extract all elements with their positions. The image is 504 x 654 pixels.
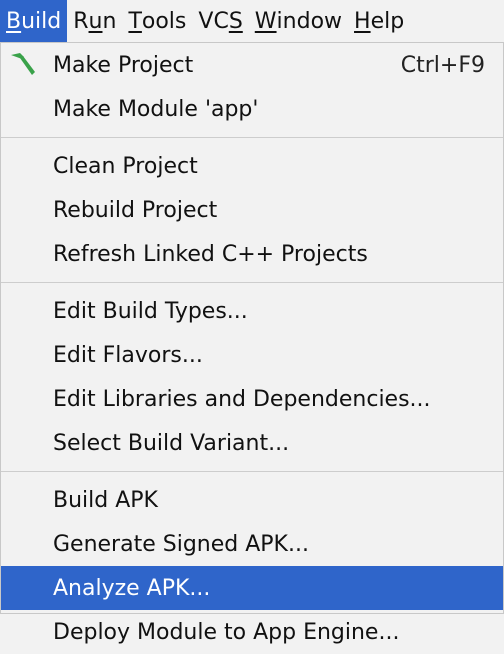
menu-bar: Build Run Tools VC S Window Help	[0, 0, 504, 42]
menu-tools-text-post: ools	[141, 8, 187, 34]
menu-item-label: Build APK	[53, 487, 158, 513]
menu-item-clean-project[interactable]: Clean Project	[1, 144, 503, 188]
menu-vcs-text-pre: VC	[198, 8, 229, 34]
menu-help-text-post: elp	[370, 8, 405, 34]
menu-vcs[interactable]: VC S	[192, 0, 248, 42]
menu-tools[interactable]: Tools	[122, 0, 192, 42]
menu-build[interactable]: Build	[0, 0, 68, 42]
menu-window[interactable]: Window	[249, 0, 348, 42]
menu-vcs-mnemonic: S	[228, 8, 243, 34]
menu-help[interactable]: Help	[348, 0, 410, 42]
menu-item-label: Make Project	[53, 52, 194, 78]
menu-item-label: Edit Flavors...	[53, 342, 203, 368]
menu-item-label: Generate Signed APK...	[53, 531, 309, 557]
menu-item-shortcut: Ctrl+F9	[400, 52, 485, 78]
menu-item-generate-signed-apk[interactable]: Generate Signed APK...	[1, 522, 503, 566]
menu-item-build-apk[interactable]: Build APK	[1, 478, 503, 522]
menu-item-edit-build-types[interactable]: Edit Build Types...	[1, 289, 503, 333]
menu-window-text-post: indow	[276, 8, 343, 34]
menu-run[interactable]: Run	[67, 0, 122, 42]
menu-item-analyze-apk[interactable]: Analyze APK...	[1, 566, 503, 610]
menu-item-label: Clean Project	[53, 153, 198, 179]
menu-item-label: Rebuild Project	[53, 197, 218, 223]
menu-item-label: Select Build Variant...	[53, 430, 290, 456]
menu-item-label: Edit Libraries and Dependencies...	[53, 386, 431, 412]
menu-item-label: Deploy Module to App Engine...	[53, 619, 400, 645]
menu-item-refresh-cpp[interactable]: Refresh Linked C++ Projects	[1, 232, 503, 276]
hammer-icon	[11, 53, 35, 75]
menu-window-mnemonic: W	[254, 8, 277, 34]
menu-run-text-pre: R	[73, 8, 89, 34]
menu-item-label: Edit Build Types...	[53, 298, 248, 324]
menu-item-edit-flavors[interactable]: Edit Flavors...	[1, 333, 503, 377]
menu-item-label: Make Module 'app'	[53, 96, 259, 122]
menu-separator	[1, 276, 503, 289]
menu-item-label: Refresh Linked C++ Projects	[53, 241, 368, 267]
menu-run-mnemonic: u	[88, 8, 103, 34]
menu-item-select-build-variant[interactable]: Select Build Variant...	[1, 421, 503, 465]
menu-separator	[1, 131, 503, 144]
menu-tools-mnemonic: T	[128, 8, 142, 34]
menu-separator	[1, 465, 503, 478]
menu-help-mnemonic: H	[354, 8, 371, 34]
menu-item-label: Analyze APK...	[53, 575, 211, 601]
menu-build-text-post: uild	[21, 8, 62, 34]
menu-build-mnemonic: B	[6, 8, 22, 34]
menu-run-text-post: n	[102, 8, 117, 34]
menu-item-rebuild-project[interactable]: Rebuild Project	[1, 188, 503, 232]
menu-item-deploy-module[interactable]: Deploy Module to App Engine...	[1, 610, 503, 654]
menu-item-make-project[interactable]: Make Project Ctrl+F9	[1, 43, 503, 87]
menu-item-edit-libraries[interactable]: Edit Libraries and Dependencies...	[1, 377, 503, 421]
menu-item-make-module[interactable]: Make Module 'app'	[1, 87, 503, 131]
build-menu-dropdown: Make Project Ctrl+F9 Make Module 'app' C…	[0, 42, 504, 645]
